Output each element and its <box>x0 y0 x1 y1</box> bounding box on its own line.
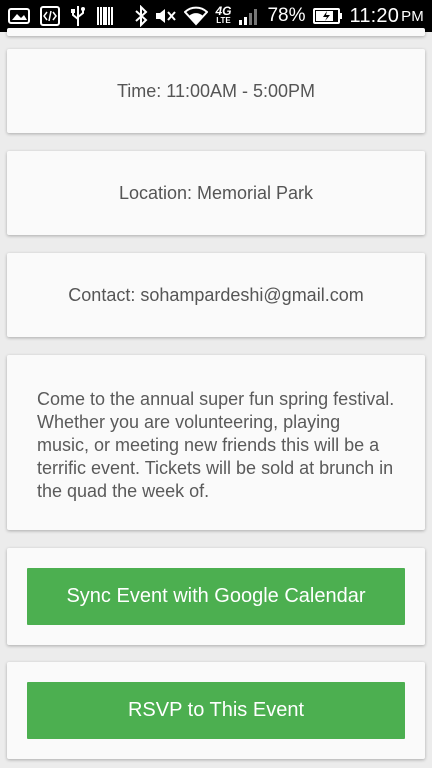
network-label: 4G <box>215 4 232 18</box>
clock: 11:20 PM <box>350 5 424 28</box>
barcode-icon <box>96 6 114 26</box>
event-location: Location: Memorial Park <box>118 182 314 203</box>
battery-percent: 78% <box>267 5 306 26</box>
mute-icon <box>155 6 177 26</box>
event-time: Time: 11:00AM - 5:00PM <box>116 80 316 101</box>
clock-meridiem: PM <box>401 7 424 25</box>
network-sublabel: LTE <box>216 16 231 25</box>
time-card: Time: 11:00AM - 5:00PM <box>7 49 425 133</box>
event-description: Come to the annual super fun spring fest… <box>37 389 395 501</box>
battery-charging-icon <box>312 7 343 25</box>
rsvp-card: RSVP to This Event <box>7 662 425 759</box>
bluetooth-icon <box>134 5 148 27</box>
contact-card: Contact: sohampardeshi@gmail.com <box>7 253 425 337</box>
lte-icon: 4G LTE <box>215 4 232 25</box>
wifi-icon <box>184 6 209 26</box>
location-card: Location: Memorial Park <box>7 151 425 235</box>
usb-icon <box>70 5 86 27</box>
event-contact: Contact: sohampardeshi@gmail.com <box>68 284 364 305</box>
system-icons: 4G LTE 78% 11:20 PM <box>127 5 424 28</box>
sync-calendar-button[interactable]: Sync Event with Google Calendar <box>27 568 405 625</box>
sync-card: Sync Event with Google Calendar <box>7 548 425 645</box>
code-icon <box>40 6 60 26</box>
clock-time: 11:20 <box>349 4 400 27</box>
description-card: Come to the annual super fun spring fest… <box>7 355 425 530</box>
notification-icons <box>8 5 124 27</box>
rsvp-button[interactable]: RSVP to This Event <box>27 682 405 739</box>
image-icon <box>8 7 30 25</box>
signal-icon <box>238 6 260 26</box>
card-top-partial <box>7 28 425 36</box>
